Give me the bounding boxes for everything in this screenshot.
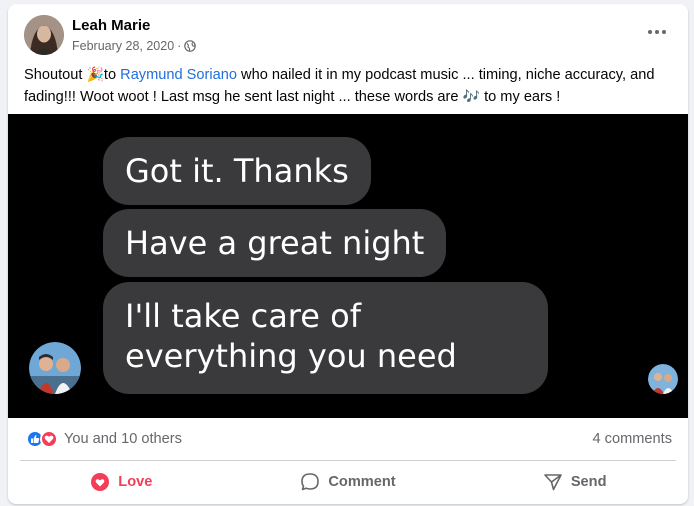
author-name[interactable]: Leah Marie bbox=[72, 17, 150, 34]
send-label: Send bbox=[570, 474, 607, 490]
divider bbox=[20, 460, 676, 461]
comment-label: Comment bbox=[328, 474, 396, 490]
action-bar: Love Comment Send bbox=[8, 464, 688, 500]
post-image[interactable]: Got it. Thanks Have a great night I'll t… bbox=[8, 114, 688, 418]
send-button[interactable]: Send bbox=[461, 464, 688, 500]
meta-separator: · bbox=[177, 39, 182, 53]
love-label: Love bbox=[118, 474, 153, 490]
reactions-count: You and 10 others bbox=[64, 431, 182, 447]
post-stats: You and 10 others 4 comments bbox=[8, 418, 688, 460]
party-popper-emoji: 🎉 bbox=[86, 66, 104, 82]
love-button[interactable]: Love bbox=[8, 464, 235, 500]
post-meta: February 28, 2020 · bbox=[72, 39, 197, 53]
globe-icon bbox=[184, 40, 197, 52]
post-text-part: to bbox=[103, 67, 121, 83]
post-text: Shoutout 🎉to Raymund Soriano who nailed … bbox=[24, 64, 680, 108]
message-bubble: I'll take care of everything you need bbox=[103, 282, 548, 394]
message-text: I'll take care of everything you need bbox=[125, 297, 457, 375]
post-card: Leah Marie February 28, 2020 · Shoutout … bbox=[8, 4, 688, 504]
post-text-part: Shoutout bbox=[24, 67, 87, 83]
love-reaction-icon bbox=[40, 430, 58, 448]
message-bubble: Have a great night bbox=[103, 209, 447, 277]
sender-avatar bbox=[29, 342, 81, 394]
mention-link[interactable]: Raymund Soriano bbox=[120, 67, 237, 83]
read-receipt-avatar bbox=[648, 364, 678, 394]
send-icon bbox=[544, 474, 562, 491]
author-avatar[interactable] bbox=[24, 15, 64, 55]
post-date[interactable]: February 28, 2020 bbox=[72, 39, 174, 53]
music-notes-emoji: 🎶 bbox=[462, 88, 481, 104]
reactions-summary[interactable]: You and 10 others bbox=[26, 430, 182, 448]
comment-button[interactable]: Comment bbox=[235, 464, 462, 500]
comments-count[interactable]: 4 comments bbox=[593, 431, 672, 447]
comment-icon bbox=[301, 473, 320, 491]
post-header: Leah Marie February 28, 2020 · bbox=[8, 4, 688, 60]
love-icon bbox=[91, 473, 110, 491]
more-options-icon[interactable] bbox=[644, 22, 670, 42]
post-text-part: to my ears ! bbox=[480, 89, 561, 105]
message-bubble: Got it. Thanks bbox=[103, 137, 371, 205]
